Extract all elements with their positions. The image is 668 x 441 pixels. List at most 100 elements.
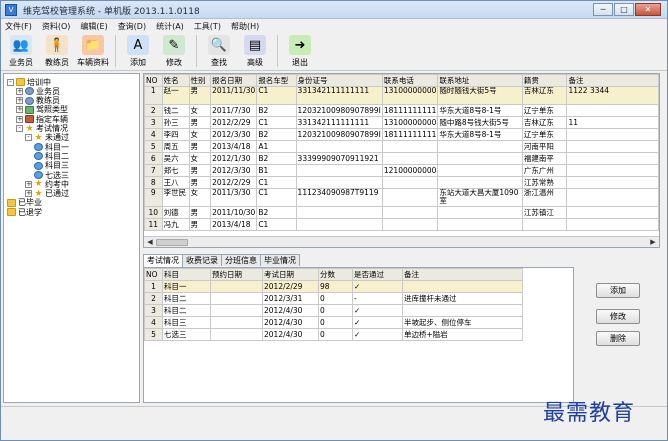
collapse-icon[interactable]: -: [16, 125, 23, 132]
menu-query[interactable]: 查询(D): [118, 21, 146, 32]
minimize-button[interactable]: ─: [593, 3, 613, 16]
app-logo-icon: V: [5, 4, 17, 16]
toolbar-button-vehicle-folder[interactable]: 📁 车辆资料: [75, 33, 111, 69]
edit-exam-button[interactable]: 修改: [596, 309, 640, 324]
expand-icon[interactable]: +: [16, 87, 23, 95]
toolbar-button-salesperson[interactable]: 👥 业务员: [3, 33, 39, 69]
column-header[interactable]: 籍贯: [521, 74, 568, 87]
expand-icon[interactable]: +: [16, 106, 23, 114]
toolbar-button-coach[interactable]: 🧍 教练员: [39, 33, 75, 69]
expand-icon[interactable]: +: [16, 115, 23, 123]
tab-classes[interactable]: 分班信息: [221, 254, 261, 266]
table-row[interactable]: 8 王八男 2012/2/29 C1 江苏常熟: [144, 176, 659, 189]
table-row[interactable]: 5 七选三 2012/4/30 0 ✓ 单边桥+隘岩: [144, 328, 523, 341]
table-cell: 周五: [161, 140, 190, 153]
toolbar-button-exit[interactable]: ➜ 退出: [282, 33, 318, 69]
delete-exam-button[interactable]: 删除: [596, 331, 640, 346]
tab-graduation[interactable]: 毕业情况: [260, 254, 300, 266]
toolbar-button-edit[interactable]: ✎ 修改: [156, 33, 192, 69]
expand-icon[interactable]: +: [25, 190, 32, 198]
table-row[interactable]: 1 科目一 2012/2/29 98 ✓: [144, 280, 523, 293]
column-header[interactable]: NO: [144, 74, 163, 87]
table-cell: 半坡起步、侧位停车: [402, 316, 523, 329]
table-row[interactable]: 6 吴六女 2012/1/30 B2 33399909070911921 福建南平: [144, 152, 659, 165]
table-cell: [402, 304, 523, 317]
table-row[interactable]: 3 孙三男 2012/2/29 C1 331342111111111 1310000000…: [144, 116, 659, 129]
table-cell: 华东大道8号8-1号: [437, 104, 523, 117]
column-header[interactable]: 分数: [318, 268, 353, 281]
column-header[interactable]: 备注: [402, 268, 523, 281]
toolbar-button-advanced[interactable]: ▤ 高级: [237, 33, 273, 69]
table-row[interactable]: 5 周五男 2013/4/18 A1 河南平阳: [144, 140, 659, 153]
toolbar-button-add[interactable]: A 添加: [120, 33, 156, 69]
expand-icon[interactable]: +: [16, 97, 23, 105]
tab-fees[interactable]: 收费记录: [182, 254, 222, 266]
table-row[interactable]: 10 刘德男 2011/10/30 B2 江苏镇江: [144, 206, 659, 219]
scroll-right-icon[interactable]: ▶: [648, 238, 658, 247]
menu-edit[interactable]: 编辑(E): [80, 21, 107, 32]
column-header[interactable]: 报名日期: [210, 74, 258, 87]
table-cell: 赵一: [161, 86, 190, 105]
table-cell: [437, 218, 523, 231]
table-row[interactable]: 4 科目三 2012/4/30 0 ✓ 半坡起步、侧位停车: [144, 316, 523, 329]
table-row[interactable]: 4 李四女 2012/3/30 B2 12032100980907899I 1811111…: [144, 128, 659, 141]
column-header[interactable]: NO: [144, 268, 163, 281]
table-cell: 11: [144, 218, 163, 231]
table-cell: 郑七: [161, 164, 190, 177]
person-icon: [25, 87, 34, 96]
tab-exams[interactable]: 考试情况: [143, 254, 183, 267]
scroll-left-icon[interactable]: ◀: [145, 238, 155, 247]
table-row[interactable]: 2 钱二女 2011/7/30 B2 12032100980907899I 1811111…: [144, 104, 659, 117]
table-cell: 331342111111111: [295, 116, 383, 129]
category-tree[interactable]: - 培训中 + 业务员 + 教练员 + 驾照类型 + 指定车辆 - ★ 考试情况 - ★ 未通过 科目一 科目二科…: [3, 73, 140, 403]
menu-help[interactable]: 帮助(H): [231, 21, 259, 32]
tree-node[interactable]: 已退学: [7, 207, 42, 217]
collapse-icon[interactable]: -: [25, 134, 32, 142]
horizontal-scrollbar[interactable]: ◀ ▶: [144, 236, 659, 247]
column-header[interactable]: 科目: [162, 268, 211, 281]
maximize-button[interactable]: □: [614, 3, 634, 16]
column-header[interactable]: 姓名: [161, 74, 190, 87]
table-cell: 2013/4/18: [210, 218, 258, 231]
table-cell: 13100000000: [381, 86, 439, 105]
table-cell: 2012/4/30: [262, 316, 319, 329]
table-cell: 2012/3/31: [262, 292, 319, 305]
scroll-thumb[interactable]: [156, 239, 188, 246]
menu-file[interactable]: 文件(F): [5, 21, 32, 32]
column-header[interactable]: 考试日期: [262, 268, 319, 281]
toolbar-button-search[interactable]: 🔍 查找: [201, 33, 237, 69]
globe-icon: [34, 161, 43, 170]
table-cell: [210, 292, 263, 305]
table-row[interactable]: 1 赵一男 2011/11/30 C1 331342111111111 131000000…: [144, 86, 659, 105]
table-cell: 李四: [161, 128, 190, 141]
column-header[interactable]: 备注: [566, 74, 659, 87]
table-cell: [566, 206, 659, 219]
table-cell: 2012/4/30: [262, 304, 319, 317]
table-cell: [521, 218, 568, 231]
add-exam-button[interactable]: 添加: [596, 283, 640, 298]
column-header[interactable]: 身份证号: [295, 74, 383, 87]
collapse-icon[interactable]: -: [7, 78, 14, 86]
table-cell: 2: [144, 104, 163, 117]
column-header[interactable]: 联系地址: [437, 74, 523, 87]
type-icon: [25, 105, 34, 114]
menu-tools[interactable]: 工具(T): [194, 21, 221, 32]
expand-icon[interactable]: +: [25, 180, 32, 188]
table-row[interactable]: 11 冯九男 2013/4/18 C1: [144, 218, 659, 231]
table-row[interactable]: 7 郑七男 2012/3/30 B1 12100000000 广东广州: [144, 164, 659, 177]
column-header[interactable]: 预约日期: [210, 268, 263, 281]
table-row[interactable]: 3 科目二 2012/4/30 0 ✓: [144, 304, 523, 317]
exam-grid[interactable]: NO 科目 预约日期 考试日期 分数 是否通过 备注 1 科目一 2012/2/29 98 ✓ 2 科目…: [143, 267, 574, 403]
column-header[interactable]: 联系电话: [381, 74, 439, 87]
student-grid[interactable]: NO 姓名 性别 报名日期 报名车型 身份证号 联系电话 联系地址 籍贯 备注 1 赵一男 2011/…: [143, 73, 660, 248]
menu-stats[interactable]: 统计(A): [156, 21, 184, 32]
table-row[interactable]: 9 李世民女 2011/3/30 C1 111234090987T9119 东站大道大昌大…: [144, 188, 659, 207]
close-button[interactable]: ✕: [635, 3, 661, 16]
table-cell: [381, 176, 439, 189]
column-header[interactable]: 性别: [188, 74, 212, 87]
menu-data[interactable]: 资料(O): [42, 21, 71, 32]
column-header[interactable]: 报名车型: [256, 74, 297, 87]
table-cell: 随时随钱大街5号: [437, 86, 523, 105]
column-header[interactable]: 是否通过: [352, 268, 403, 281]
table-row[interactable]: 2 科目二 2012/3/31 0- 进库撞杆未通过: [144, 292, 523, 305]
